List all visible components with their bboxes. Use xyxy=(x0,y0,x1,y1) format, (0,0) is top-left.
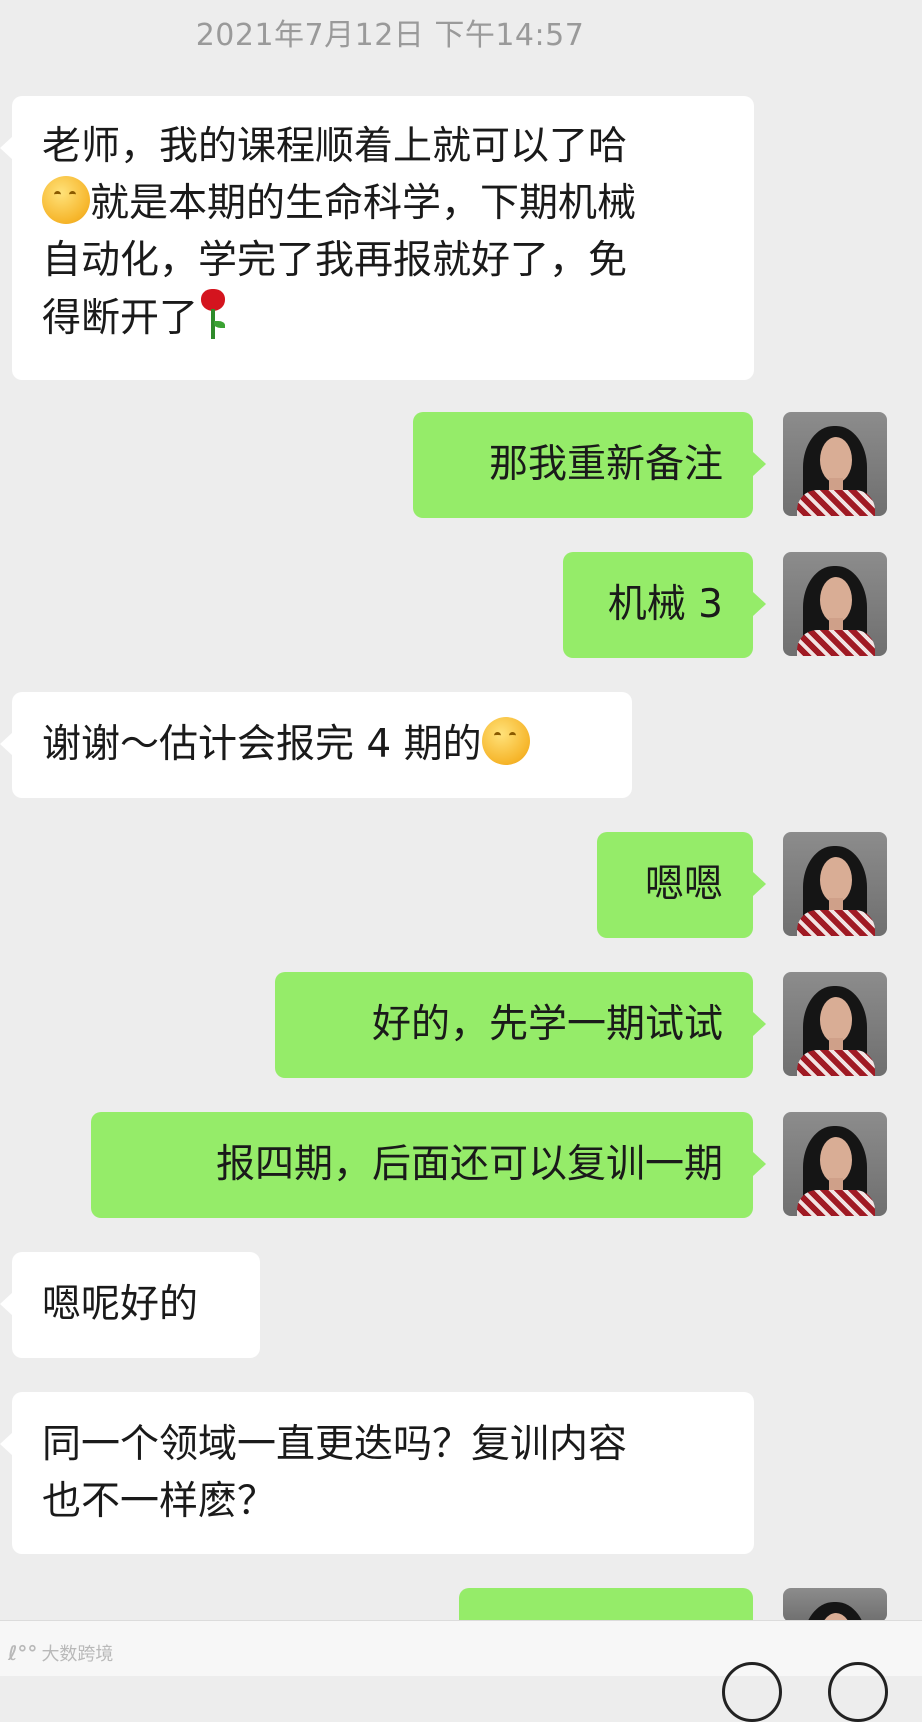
message-text: 报四期，后面还可以复训一期 xyxy=(215,1142,723,1187)
avatar[interactable] xyxy=(783,832,887,936)
chat-input-bar xyxy=(0,1620,922,1676)
message-line: 同一个领域一直更迭吗？复训内容 xyxy=(42,1422,628,1467)
message-bubble-incoming[interactable]: 嗯呢好的 xyxy=(0,1252,260,1358)
watermark-logo: ℓ°° xyxy=(8,1641,38,1665)
message-bubble-outgoing[interactable]: 报四期，后面还可以复训一期 xyxy=(91,1112,766,1218)
timestamp: 2021年7月12日 下午14:57 xyxy=(195,18,585,53)
message-bubble-outgoing[interactable]: 那我重新备注 xyxy=(413,412,766,518)
message-bubble-incoming[interactable]: 谢谢～估计会报完 4 期的 xyxy=(0,692,632,798)
message-line: 也不一样麽？ xyxy=(42,1479,277,1524)
message-bubble-outgoing[interactable]: 机械 3 xyxy=(563,552,766,658)
watermark-text: 大数跨境 xyxy=(41,1644,114,1665)
smirk-emoji-icon xyxy=(42,176,90,224)
message-line: 自动化，学完了我再报就好了，免 xyxy=(42,238,628,283)
avatar[interactable] xyxy=(783,552,887,656)
message-bubble-incoming[interactable]: 同一个领域一直更迭吗？复训内容 也不一样麽？ xyxy=(0,1392,754,1554)
emoji-button[interactable] xyxy=(722,1662,782,1722)
avatar[interactable] xyxy=(783,972,887,1076)
avatar[interactable] xyxy=(783,1112,887,1216)
avatar[interactable] xyxy=(783,1588,887,1622)
message-bubble-outgoing[interactable]: 嗯嗯 xyxy=(597,832,766,938)
smirk-emoji-icon xyxy=(481,717,530,765)
message-text: 机械 3 xyxy=(607,582,723,627)
message-bubble-incoming[interactable]: 老师，我的课程顺着上就可以了哈 就是本期的生命科学，下期机械 自动化，学完了我再… xyxy=(0,96,754,380)
avatar[interactable] xyxy=(783,412,887,516)
message-line: 就是本期的生命科学，下期机械 xyxy=(90,181,637,226)
message-text: 好的，先学一期试试 xyxy=(371,1002,723,1047)
message-line: 老师，我的课程顺着上就可以了哈 xyxy=(42,124,628,169)
message-text: 嗯嗯 xyxy=(644,862,723,907)
message-line: 得断开了 xyxy=(42,296,199,341)
message-text: 嗯呢好的 xyxy=(42,1282,199,1327)
message-bubble-outgoing[interactable]: 好的，先学一期试试 xyxy=(275,972,766,1078)
message-text: 那我重新备注 xyxy=(488,442,723,487)
watermark: ℓ°° 大数跨境 xyxy=(8,1640,113,1666)
rose-emoji-icon xyxy=(198,289,228,341)
message-text: 谢谢～估计会报完 4 期的 xyxy=(42,722,482,767)
more-button[interactable] xyxy=(828,1662,888,1722)
